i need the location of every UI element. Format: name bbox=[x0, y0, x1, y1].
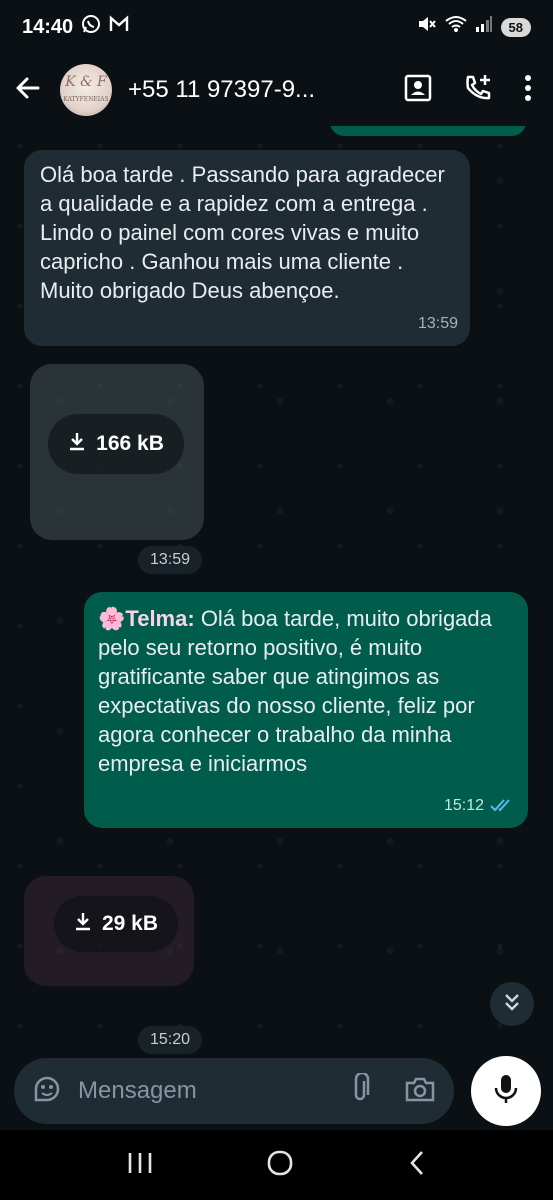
chat-area[interactable]: Olá boa tarde . Passando para agradecer … bbox=[0, 126, 553, 1056]
more-vertical-icon[interactable] bbox=[523, 74, 533, 107]
chat-header: K & F KATYFENEIAS +55 11 97397-9... bbox=[0, 54, 553, 126]
scroll-down-button[interactable] bbox=[490, 982, 534, 1026]
media-time: 15:20 bbox=[138, 1026, 203, 1054]
sticker-icon[interactable] bbox=[32, 1074, 62, 1109]
download-button[interactable]: 166 kB bbox=[48, 414, 184, 474]
download-button[interactable]: 29 kB bbox=[54, 896, 178, 952]
mic-icon bbox=[493, 1073, 519, 1110]
status-bar: 14:40 58 bbox=[0, 0, 553, 54]
read-ticks-icon bbox=[490, 791, 516, 820]
avatar-monogram: K & F bbox=[65, 74, 107, 90]
battery-badge: 58 bbox=[500, 17, 531, 37]
signal-icon bbox=[475, 15, 493, 39]
message-content: 🌸Telma: Olá boa tarde, muito obrigada pe… bbox=[98, 604, 514, 778]
arrow-left-icon[interactable] bbox=[14, 74, 42, 107]
message-text: Olá boa tarde . Passando para agradecer … bbox=[40, 162, 445, 303]
contact-name[interactable]: +55 11 97397-9... bbox=[128, 76, 338, 104]
avatar-brand: KATYFENEIAS bbox=[63, 96, 109, 103]
download-icon bbox=[68, 431, 86, 457]
add-call-icon[interactable] bbox=[463, 73, 493, 108]
avatar[interactable]: K & F KATYFENEIAS bbox=[60, 64, 112, 116]
camera-icon[interactable] bbox=[404, 1075, 436, 1108]
wifi-icon bbox=[444, 15, 467, 39]
status-time: 14:40 bbox=[22, 15, 74, 38]
media-size: 166 kB bbox=[96, 432, 164, 455]
message-time: 15:12 bbox=[443, 797, 484, 814]
media-message[interactable]: 29 kB bbox=[24, 876, 194, 986]
message-bubble-incoming[interactable]: Olá boa tarde . Passando para agradecer … bbox=[24, 150, 470, 346]
whatsapp-icon bbox=[81, 14, 101, 40]
chevron-double-down-icon bbox=[501, 991, 523, 1018]
attach-icon[interactable] bbox=[348, 1071, 372, 1110]
status-left: 14:40 bbox=[22, 14, 129, 40]
media-message[interactable]: 166 kB bbox=[30, 364, 204, 540]
gmail-icon bbox=[109, 15, 129, 39]
header-actions bbox=[403, 73, 539, 108]
mic-button[interactable] bbox=[471, 1056, 541, 1126]
sender-name: Telma: bbox=[125, 606, 195, 631]
message-text: Olá boa tarde, muito obrigada pelo seu r… bbox=[98, 606, 492, 776]
previous-message-edge bbox=[330, 126, 526, 136]
media-time: 13:59 bbox=[138, 546, 203, 574]
message-time: 13:59 bbox=[417, 315, 458, 332]
media-size: 29 kB bbox=[101, 912, 159, 935]
message-composer[interactable]: Mensagem bbox=[14, 1058, 454, 1124]
home-icon[interactable] bbox=[266, 1149, 294, 1182]
mute-icon bbox=[417, 15, 437, 39]
recent-apps-icon[interactable] bbox=[126, 1151, 154, 1180]
message-bubble-outgoing[interactable]: 🌸Telma: Olá boa tarde, muito obrigada pe… bbox=[84, 592, 528, 828]
system-nav-bar bbox=[0, 1130, 553, 1200]
contact-card-icon[interactable] bbox=[403, 73, 433, 108]
message-input[interactable]: Mensagem bbox=[78, 1077, 197, 1105]
flower-emoji: 🌸 bbox=[98, 606, 126, 631]
back-icon[interactable] bbox=[407, 1149, 427, 1182]
status-right: 58 bbox=[417, 15, 531, 39]
download-icon bbox=[74, 911, 92, 937]
